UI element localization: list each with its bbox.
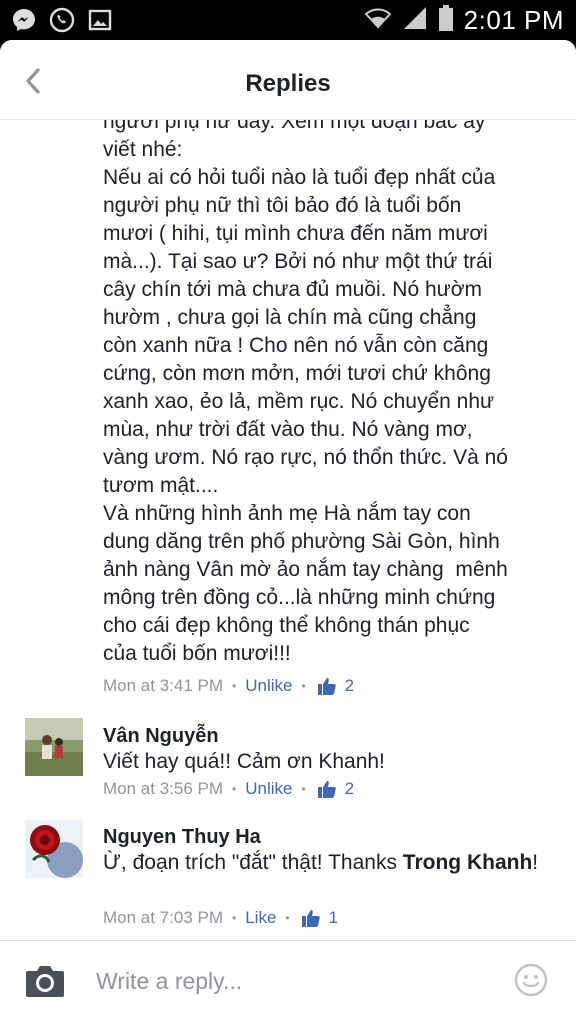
- comment-thread: người phụ nữ đây. Xem một đoạn bác ấy vi…: [0, 120, 576, 940]
- reply-text-part: !: [532, 851, 539, 874]
- reply-meta: Mon at 3:56 PM • Unlike • 2: [103, 779, 354, 799]
- thumbs-up-icon: [301, 908, 321, 928]
- gallery-icon: [86, 6, 114, 34]
- replies-sheet: Replies người phụ nữ đây. Xem một đoạn b…: [0, 40, 576, 1024]
- like-count[interactable]: 2: [345, 676, 354, 696]
- commenter-name[interactable]: Nguyen Thuy Ha: [103, 826, 261, 849]
- reply-timestamp: Mon at 7:03 PM: [103, 908, 224, 927]
- like-link[interactable]: Like: [245, 908, 276, 928]
- reply-text: Ừ, đoạn trích "đắt" thật! Thanks Trong K…: [103, 849, 543, 877]
- separator-dot: •: [301, 679, 306, 693]
- reply-text: Viết hay quá!! Cảm ơn Khanh!: [103, 750, 385, 773]
- wifi-icon: [364, 5, 392, 36]
- separator-dot: •: [232, 679, 237, 693]
- avatar[interactable]: [25, 820, 83, 878]
- unlike-link[interactable]: Unlike: [245, 676, 292, 696]
- battery-icon: [438, 4, 454, 37]
- separator-dot: •: [232, 911, 237, 925]
- page-title: Replies: [245, 70, 331, 97]
- emoji-icon[interactable]: [514, 963, 548, 997]
- unlike-link[interactable]: Unlike: [245, 779, 292, 799]
- messenger-icon: [10, 6, 38, 34]
- thumbs-up-icon: [317, 676, 337, 696]
- thumbs-up-icon: [317, 779, 337, 799]
- signal-icon: [402, 5, 428, 36]
- separator-dot: •: [232, 782, 237, 796]
- comment-meta: Mon at 3:41 PM • Unlike • 2: [103, 676, 354, 696]
- separator-dot: •: [301, 782, 306, 796]
- tagged-name[interactable]: Trong Khanh: [403, 851, 533, 874]
- phone-icon: [48, 6, 76, 34]
- separator-dot: •: [285, 911, 290, 925]
- reply-meta: Mon at 7:03 PM • Like • 1: [103, 908, 338, 928]
- comment-timestamp: Mon at 3:41 PM: [103, 676, 224, 695]
- avatar[interactable]: [25, 718, 83, 776]
- camera-icon[interactable]: [24, 963, 66, 999]
- like-count[interactable]: 2: [345, 779, 354, 799]
- commenter-name[interactable]: Vân Nguyễn: [103, 725, 219, 748]
- reply-text-part: Ừ, đoạn trích "đắt" thật! Thanks: [103, 851, 403, 874]
- reply-timestamp: Mon at 3:56 PM: [103, 779, 224, 798]
- comment-body: người phụ nữ đây. Xem một đoạn bác ấy vi…: [103, 120, 508, 665]
- clock: 2:01 PM: [463, 5, 564, 35]
- reply-composer: [0, 941, 576, 1024]
- header-bar: Replies: [0, 40, 576, 120]
- reply-input[interactable]: [96, 963, 496, 999]
- like-count[interactable]: 1: [329, 908, 338, 928]
- status-bar: 2:01 PM: [0, 0, 576, 40]
